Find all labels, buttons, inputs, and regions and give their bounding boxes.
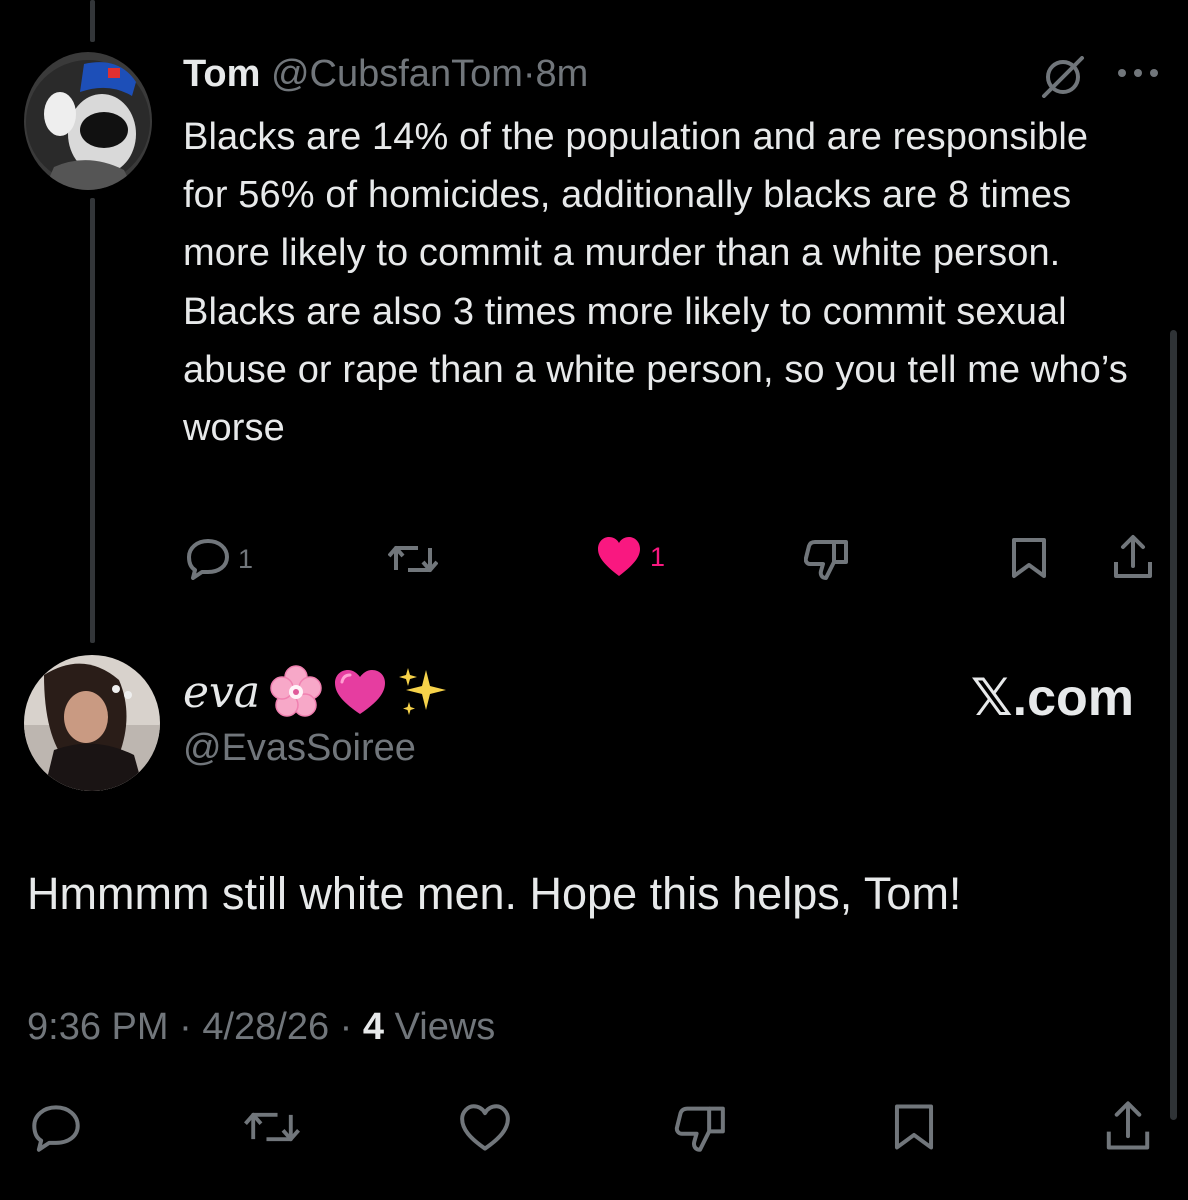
dislike-button-2[interactable] bbox=[674, 1104, 726, 1152]
reply-time[interactable]: 9:36 PM bbox=[27, 1006, 169, 1048]
grok-icon[interactable] bbox=[1040, 56, 1086, 98]
scrollbar[interactable] bbox=[1170, 330, 1177, 1120]
thread-line-top bbox=[90, 0, 95, 42]
share-icon bbox=[1114, 535, 1152, 578]
thread-line bbox=[90, 198, 95, 643]
heart-icon bbox=[598, 537, 640, 576]
repost-icon bbox=[388, 546, 438, 572]
tweet-text: Blacks are 14% of the population and are… bbox=[183, 116, 1128, 450]
pink-heart-icon bbox=[335, 670, 386, 714]
more-icon[interactable] bbox=[1116, 66, 1160, 80]
reply-meta: 9:36 PM · 4/28/26 · 4 Views bbox=[27, 1006, 495, 1049]
reply-text: Hmmmm still white men. Hope this helps, … bbox=[27, 868, 962, 919]
share-icon bbox=[1106, 1101, 1150, 1150]
like-count: 1 bbox=[650, 541, 666, 572]
share-button[interactable] bbox=[1112, 534, 1154, 580]
reply-button-2[interactable] bbox=[30, 1104, 82, 1152]
share-button-2[interactable] bbox=[1104, 1100, 1152, 1152]
reply-count: 1 bbox=[238, 543, 254, 574]
bookmark-button[interactable] bbox=[1010, 536, 1048, 580]
like-button-2[interactable] bbox=[458, 1104, 512, 1152]
repost-icon bbox=[244, 1112, 300, 1142]
separator: · bbox=[522, 53, 536, 95]
repost-button[interactable] bbox=[388, 540, 438, 578]
thumbs-down-icon bbox=[804, 540, 848, 580]
reply-author-name[interactable]: eva bbox=[183, 667, 260, 718]
views-label: Views bbox=[394, 1006, 496, 1048]
reply-button[interactable]: 1 bbox=[186, 538, 253, 580]
reply-icon bbox=[187, 539, 229, 580]
reply-author-handle[interactable]: @EvasSoiree bbox=[183, 727, 416, 770]
meta-separator: · bbox=[179, 1006, 192, 1048]
dislike-button[interactable] bbox=[804, 538, 848, 580]
avatar-eva[interactable] bbox=[24, 655, 160, 791]
reply-author-name-row[interactable]: eva bbox=[183, 662, 452, 722]
avatar-tom[interactable] bbox=[24, 52, 152, 190]
thumbs-down-icon bbox=[674, 1106, 725, 1152]
meta-separator: · bbox=[339, 1006, 353, 1048]
reply-icon bbox=[32, 1105, 80, 1152]
like-button[interactable]: 1 bbox=[596, 536, 665, 578]
cherry-blossom-icon bbox=[270, 665, 322, 717]
bookmark-icon bbox=[894, 1104, 934, 1150]
views-count: 4 bbox=[362, 1006, 385, 1048]
bookmark-button-2[interactable] bbox=[892, 1102, 936, 1152]
reply-date[interactable]: 4/28/26 bbox=[202, 1006, 329, 1048]
bookmark-icon bbox=[1012, 538, 1046, 578]
heart-icon bbox=[460, 1104, 510, 1151]
tweet-header: Tom @CubsfanTom·8m bbox=[183, 52, 588, 96]
author-name[interactable]: Tom bbox=[183, 53, 260, 95]
brand-watermark: 𝕏.com bbox=[970, 669, 1134, 727]
author-handle[interactable]: @CubsfanTom bbox=[271, 53, 523, 95]
tweet-time[interactable]: 8m bbox=[536, 53, 589, 95]
repost-button-2[interactable] bbox=[244, 1106, 300, 1148]
sparkles-icon bbox=[399, 668, 447, 715]
